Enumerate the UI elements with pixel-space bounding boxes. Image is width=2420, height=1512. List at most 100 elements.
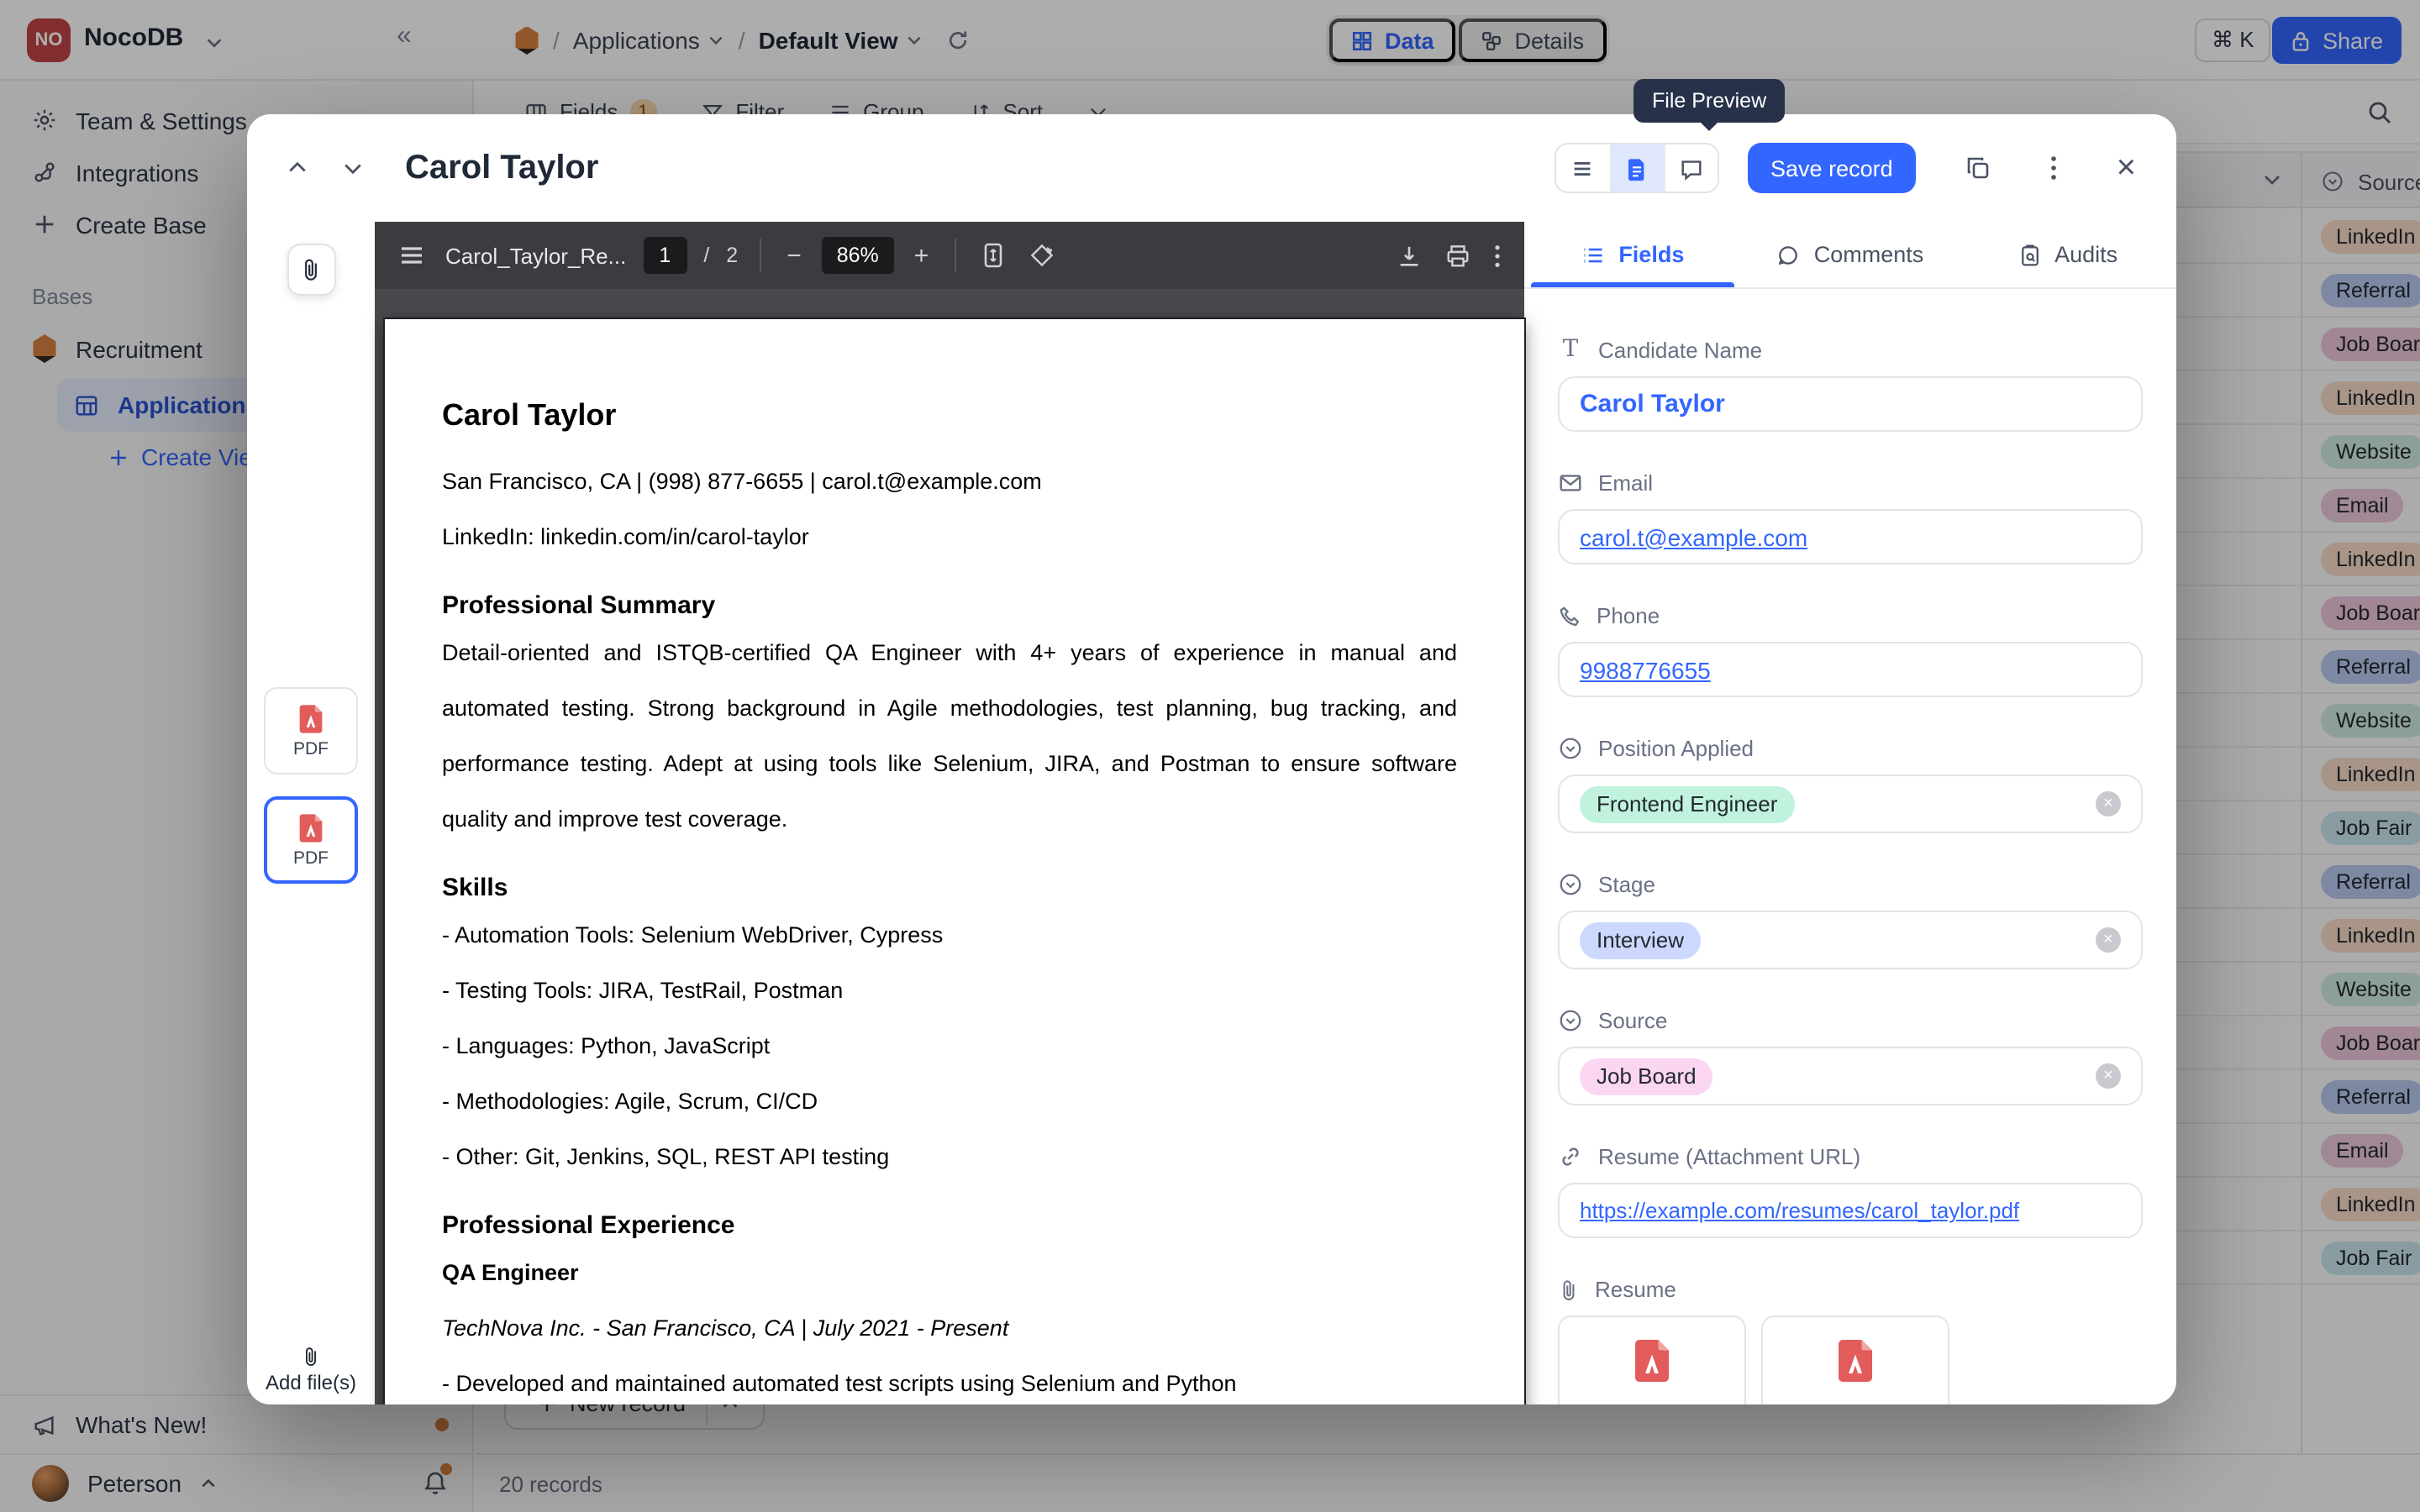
record-title: Carol Taylor xyxy=(405,149,598,187)
paperclip-icon xyxy=(301,1346,321,1368)
paperclip-icon xyxy=(1558,1278,1580,1301)
file-preview-icon xyxy=(1625,155,1649,181)
file-preview-button[interactable] xyxy=(1609,144,1663,192)
pdf-skills-heading: Skills xyxy=(442,874,1457,902)
rotate-button[interactable] xyxy=(1024,242,1058,269)
attach-file-button[interactable] xyxy=(287,244,335,296)
tab-audits[interactable]: Audits xyxy=(1959,222,2176,287)
zoom-out-button[interactable]: − xyxy=(783,241,805,270)
source-select[interactable]: Job Board × xyxy=(1558,1047,2143,1105)
select-field-icon xyxy=(1558,872,1583,897)
attachment-thumb-pdf-1[interactable]: PDF xyxy=(264,687,358,774)
pdf-contact-line: San Francisco, CA | (998) 877-6655 | car… xyxy=(442,454,1457,509)
save-record-button[interactable]: Save record xyxy=(1747,143,1917,193)
hamburger-icon xyxy=(398,242,425,269)
record-header: Carol Taylor Save record × xyxy=(247,114,2176,222)
panel-tabs: Fields Comments Audits xyxy=(1524,222,2176,289)
record-more-menu[interactable] xyxy=(2041,153,2068,183)
zoom-in-button[interactable]: + xyxy=(911,241,933,270)
stage-select[interactable]: Interview × xyxy=(1558,911,2143,969)
field-phone: Phone 9988776655 xyxy=(1558,603,2143,697)
envelope-icon xyxy=(1558,470,1583,496)
candidate-name-input[interactable]: Carol Taylor xyxy=(1558,376,2143,432)
field-candidate-name: T Candidate Name Carol Taylor xyxy=(1558,336,2143,432)
zoom-level[interactable]: 86% xyxy=(822,237,894,274)
print-icon[interactable] xyxy=(1442,243,1474,268)
tab-fields[interactable]: Fields xyxy=(1524,222,1742,287)
pdf-skill-line: - Methodologies: Agile, Scrum, CI/CD xyxy=(442,1074,1457,1129)
close-icon[interactable]: × xyxy=(2107,150,2146,186)
nocodb-app: NO NocoDB « / Applications / Default Vie… xyxy=(0,0,2420,1512)
pdf-page-divider: / xyxy=(703,244,709,267)
clear-value-icon[interactable]: × xyxy=(2096,1063,2121,1089)
pdf-skill-line: - Other: Git, Jenkins, SQL, REST API tes… xyxy=(442,1129,1457,1184)
pdf-experience-heading: Professional Experience xyxy=(442,1211,1457,1240)
field-stage: Stage Interview × xyxy=(1558,872,2143,969)
pdf-skill-line: - Automation Tools: Selenium WebDriver, … xyxy=(442,907,1457,963)
copy-icon xyxy=(1965,155,1992,181)
comments-toggle-button[interactable] xyxy=(1663,144,1717,192)
select-field-icon xyxy=(1558,736,1583,761)
rotate-icon xyxy=(1028,242,1055,269)
stage-chip: Interview xyxy=(1580,921,1701,958)
add-files-button[interactable]: Add file(s) xyxy=(247,1346,375,1394)
pdf-page: Carol Taylor San Francisco, CA | (998) 8… xyxy=(385,319,1524,1404)
fields-form: T Candidate Name Carol Taylor Email caro… xyxy=(1524,289,2176,1404)
attachment-thumb-pdf-2[interactable]: PDF xyxy=(264,796,358,884)
paperclip-icon xyxy=(299,257,323,282)
copy-record-url-button[interactable] xyxy=(1955,153,2002,183)
field-list-view-button[interactable] xyxy=(1555,144,1609,192)
previous-record-button[interactable] xyxy=(277,148,318,188)
pdf-doc-name: Carol Taylor xyxy=(442,398,1457,433)
source-chip: Job Board xyxy=(1580,1058,1713,1095)
list-icon xyxy=(1570,155,1595,181)
pdf-summary-heading: Professional Summary xyxy=(442,591,1457,620)
clear-value-icon[interactable]: × xyxy=(2096,927,2121,953)
resume-url-input[interactable]: https://example.com/resumes/carol_taylor… xyxy=(1558,1183,2143,1238)
kebab-icon xyxy=(2051,155,2058,181)
pdf-skills-list: - Automation Tools: Selenium WebDriver, … xyxy=(442,907,1457,1184)
record-fields-panel: Fields Comments Audits T Can xyxy=(1524,222,2176,1404)
link-icon xyxy=(1558,1144,1583,1169)
select-field-icon xyxy=(1558,1008,1583,1033)
phone-input[interactable]: 9988776655 xyxy=(1558,642,2143,697)
position-select[interactable]: Frontend Engineer × xyxy=(1558,774,2143,833)
next-record-button[interactable] xyxy=(333,148,373,188)
text-field-icon: T xyxy=(1558,336,1583,363)
pdf-sidebar-toggle[interactable] xyxy=(395,242,429,269)
audit-icon xyxy=(2018,243,2041,266)
pdf-page-input[interactable]: 1 xyxy=(643,237,687,274)
download-icon[interactable] xyxy=(1393,243,1425,268)
record-view-switcher xyxy=(1554,143,1718,193)
attachment-rail: PDF PDF Add file(s) xyxy=(247,222,375,1404)
clear-value-icon[interactable]: × xyxy=(2096,791,2121,816)
expanded-record-modal: Carol Taylor Save record × xyxy=(247,114,2176,1404)
resume-attachment-card-1[interactable] xyxy=(1558,1315,1746,1404)
fields-list-icon xyxy=(1581,243,1605,266)
comment-icon xyxy=(1777,243,1801,266)
phone-icon xyxy=(1558,604,1581,627)
pdf-file-icon xyxy=(1830,1336,1881,1386)
field-source: Source Job Board × xyxy=(1558,1008,2143,1105)
pdf-stage[interactable]: Carol Taylor San Francisco, CA | (998) 8… xyxy=(375,289,1524,1404)
pdf-file-icon xyxy=(1627,1336,1677,1386)
pdf-filename: Carol_Taylor_Re... xyxy=(445,243,626,268)
comment-icon xyxy=(1678,155,1703,181)
field-position-applied: Position Applied Frontend Engineer × xyxy=(1558,736,2143,833)
resume-attachment-card-2[interactable] xyxy=(1761,1315,1949,1404)
pdf-linkedin-line: LinkedIn: linkedin.com/in/carol-taylor xyxy=(442,509,1457,564)
pdf-toolbar: Carol_Taylor_Re... 1 / 2 − 86% + xyxy=(375,222,1524,289)
tab-comments[interactable]: Comments xyxy=(1742,222,1960,287)
pdf-viewer: Carol_Taylor_Re... 1 / 2 − 86% + xyxy=(375,222,1524,1404)
field-resume-attachment: Resume xyxy=(1558,1277,2143,1404)
pdf-skill-line: - Testing Tools: JIRA, TestRail, Postman xyxy=(442,963,1457,1018)
email-input[interactable]: carol.t@example.com xyxy=(1558,509,2143,564)
pdf-page-count: 2 xyxy=(726,244,738,267)
position-chip: Frontend Engineer xyxy=(1580,785,1794,822)
field-resume-url: Resume (Attachment URL) https://example.… xyxy=(1558,1144,2143,1238)
field-email: Email carol.t@example.com xyxy=(1558,470,2143,564)
pdf-more-menu[interactable] xyxy=(1491,243,1504,268)
pdf-skill-line: - Languages: Python, JavaScript xyxy=(442,1018,1457,1074)
pdf-company-line: TechNova Inc. - San Francisco, CA | July… xyxy=(442,1300,1457,1356)
fit-to-page-button[interactable] xyxy=(977,242,1007,269)
